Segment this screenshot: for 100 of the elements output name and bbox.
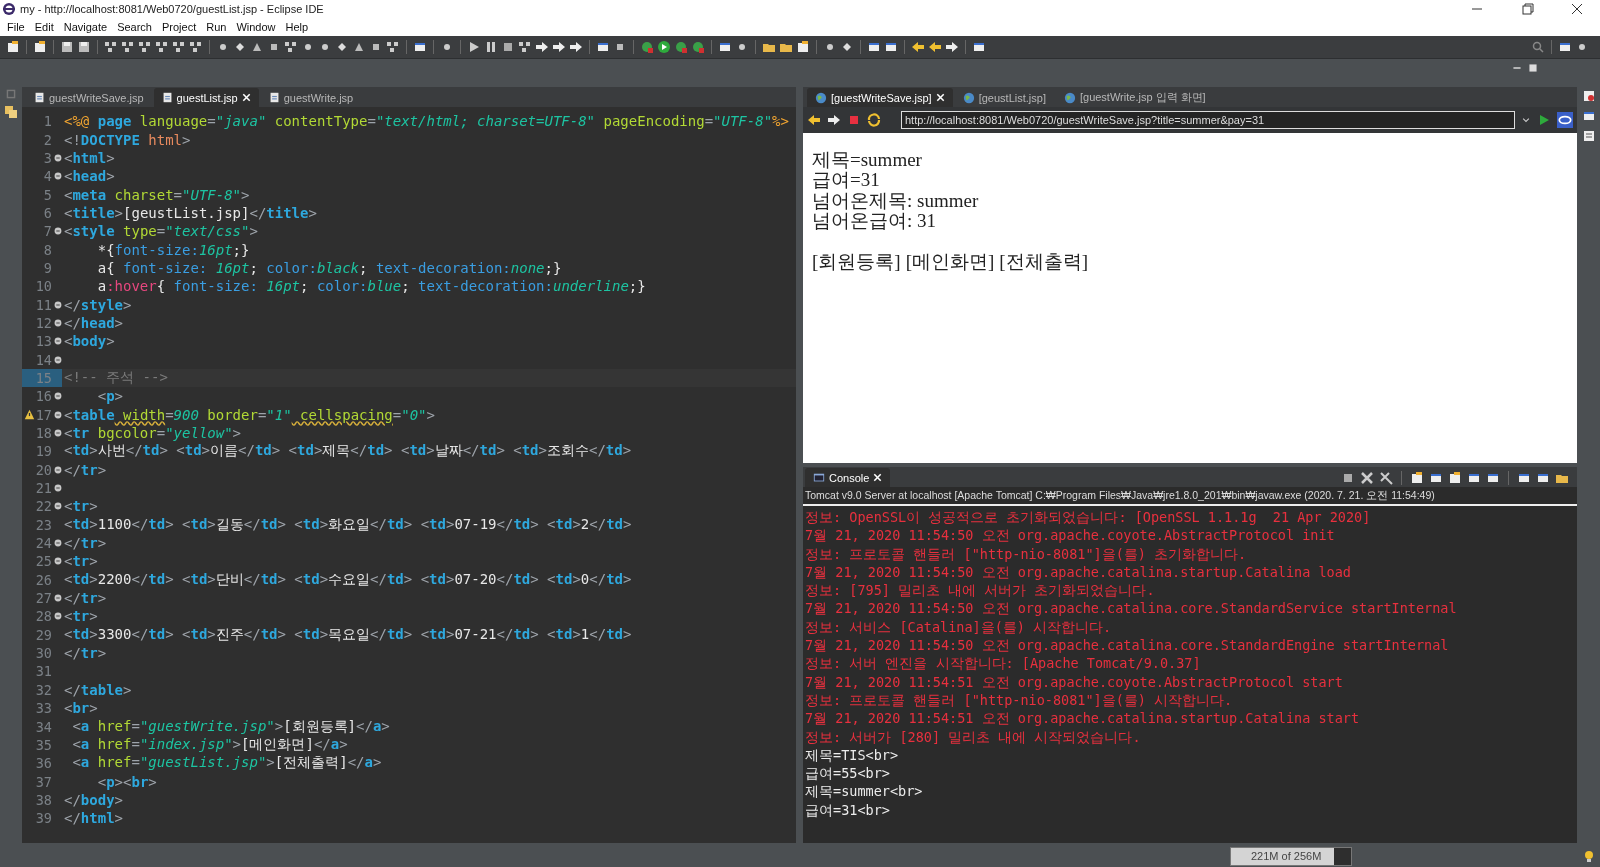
window-icon[interactable] [1558,40,1572,54]
fold-icon[interactable] [53,410,62,419]
grid-icon[interactable] [518,40,532,54]
menu-item[interactable]: Search [112,21,157,33]
window-icon[interactable] [413,40,427,54]
menu-item[interactable]: Edit [29,21,59,33]
remove-icon[interactable] [1360,471,1374,485]
close-icon[interactable] [935,93,945,102]
grid-icon[interactable] [172,40,186,54]
browser-tab[interactable]: [guestWrite.jsp 입력 화면] [1055,88,1214,107]
fold-icon[interactable] [53,612,62,621]
grid-icon[interactable] [386,40,400,54]
menu-item[interactable]: Window [231,21,281,33]
grid-icon[interactable] [284,40,298,54]
line-number: 32 [35,681,52,698]
menu-item[interactable]: Project [157,21,202,33]
page-link[interactable]: [전체출력] [999,251,1088,273]
file-icon [268,91,280,104]
editor-tab[interactable]: guestWriteSave.jsp [26,88,152,107]
page-link[interactable]: [회원등록] [812,251,901,273]
fold-icon[interactable] [53,539,62,548]
window-icon[interactable] [718,40,732,54]
fold-icon[interactable] [53,153,62,162]
new-file-icon[interactable] [796,40,810,54]
remove-all-icon[interactable] [1379,471,1393,485]
go-icon[interactable] [1537,113,1551,127]
grid-icon[interactable] [138,40,152,54]
grid-icon[interactable] [104,40,118,54]
fold-icon[interactable] [53,355,62,364]
new-file-icon[interactable] [1448,471,1462,485]
fold-icon[interactable] [53,484,62,493]
window-icon[interactable] [1429,471,1443,485]
code-line: </body> [64,791,123,808]
arrow-right-icon[interactable] [569,40,583,54]
fold-icon[interactable] [53,594,62,603]
search-icon[interactable] [1531,40,1545,54]
grid-icon[interactable] [189,40,203,54]
browser-tab[interactable]: [guestWriteSave.jsp] [807,88,953,107]
list-icon[interactable] [1581,129,1596,143]
memory-gauge[interactable]: 221M of 256M [1230,846,1352,866]
browser-tab[interactable]: [geustList.jsp] [954,88,1054,107]
forward-icon[interactable] [827,113,841,127]
arrow-left-icon[interactable] [911,40,925,54]
pause-icon[interactable] [484,40,498,54]
menu-item[interactable]: Run [201,21,232,33]
new-file-icon[interactable] [33,40,47,54]
refresh-icon[interactable] [867,113,881,127]
bug-icon[interactable] [1581,89,1596,103]
menu-item[interactable]: Navigate [58,21,113,33]
line-number: 20 [35,461,52,478]
dropdown-icon[interactable] [1521,115,1531,125]
browser-icon[interactable] [1557,112,1573,128]
page-link[interactable]: [메인화면] [905,251,995,273]
url-field[interactable]: http://localhost:8081/Web0720/guestWriteSave.jsp?title=summer&pay=31 [901,111,1515,129]
close-icon[interactable] [873,473,883,482]
fold-icon[interactable] [53,429,62,437]
grid-icon[interactable] [121,40,135,54]
menu-item[interactable]: Help [280,21,314,33]
grid-icon[interactable] [155,40,169,54]
console-tab[interactable]: Console [805,468,891,487]
new-file-icon[interactable] [1410,471,1424,485]
fold-icon[interactable] [53,227,62,236]
fold-icon[interactable] [53,465,62,474]
arrow-right-icon[interactable] [535,40,549,54]
window-icon[interactable] [1536,471,1550,485]
save-icon[interactable] [77,40,91,54]
window-icon[interactable] [867,40,881,54]
folders-icon[interactable] [4,105,18,119]
maximize-icon[interactable] [1528,63,1538,73]
window-icon[interactable] [1467,471,1481,485]
save-icon[interactable] [60,40,74,54]
fold-icon[interactable] [53,337,62,346]
window-icon[interactable] [884,40,898,54]
fold-icon[interactable] [53,172,62,181]
play-icon[interactable] [467,40,481,54]
back-icon[interactable] [807,113,821,127]
window-icon[interactable] [1486,471,1500,485]
stop-icon[interactable] [501,40,515,54]
window-icon[interactable] [596,40,610,54]
new-file-icon[interactable] [6,40,20,54]
fold-icon[interactable] [53,300,62,309]
fold-icon[interactable] [53,392,62,401]
menu-item[interactable]: File [2,21,30,33]
stop-icon[interactable] [1341,471,1355,485]
arrow-right-icon[interactable] [552,40,566,54]
arrow-left-icon[interactable] [928,40,942,54]
stop-icon[interactable] [847,113,861,127]
fold-icon[interactable] [53,557,62,566]
editor-tab[interactable]: guestWrite.jsp [260,88,362,107]
window-icon[interactable] [1517,471,1531,485]
run-icon[interactable] [657,40,671,54]
window-icon[interactable] [1581,109,1596,123]
close-icon[interactable] [241,93,251,102]
lightbulb-icon[interactable] [1582,849,1596,863]
debug-icon[interactable] [691,40,705,54]
arrow-right-icon[interactable] [945,40,959,54]
fold-icon[interactable] [53,318,62,327]
window-icon[interactable] [972,40,986,54]
fold-icon[interactable] [53,502,62,511]
editor-tab[interactable]: guestList.jsp [153,88,259,107]
